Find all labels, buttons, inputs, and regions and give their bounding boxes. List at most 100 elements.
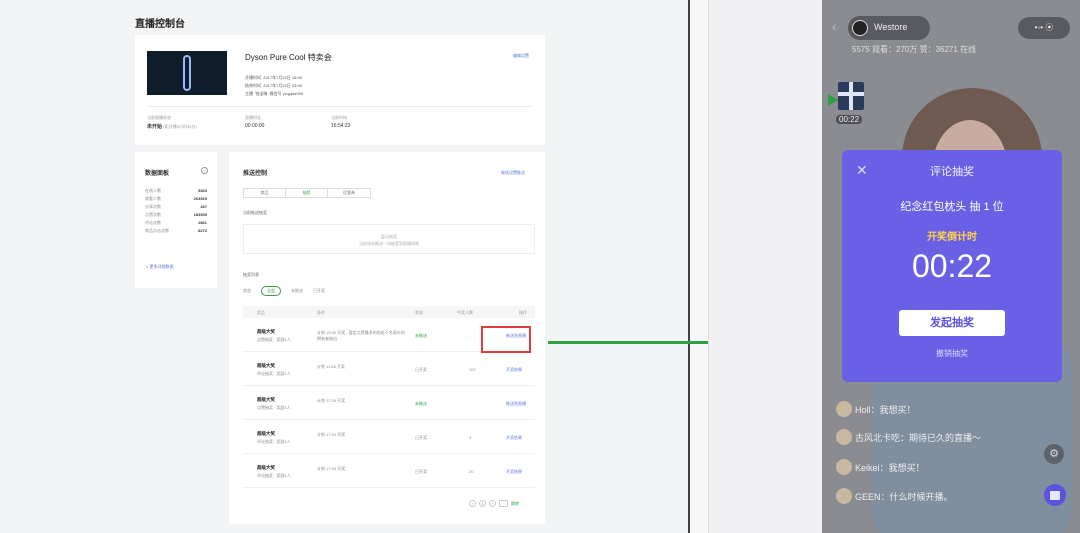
comment: GEEN：什么时候开播。 (836, 487, 953, 505)
stat-label: 当前时间 (331, 115, 347, 120)
push-type-tabs: 商品 抽奖 优惠券 (243, 188, 371, 198)
data-row: 评论次数 2861 (145, 220, 207, 225)
draw-plan: 计划 17:05 开奖 (317, 466, 346, 471)
empty-desc: 当前尚未推送一场抽奖到直播间哦 (359, 241, 419, 246)
row-status: 已开奖 (415, 469, 427, 474)
filter-all[interactable]: 全部 (261, 286, 281, 296)
winner-count: - (469, 333, 471, 338)
gift-icon[interactable] (838, 82, 864, 110)
comment: Holl：我想买！ (836, 400, 916, 418)
empty-title: 暂无抽奖 (381, 234, 397, 239)
tab-lottery[interactable]: 抽奖 (286, 189, 328, 197)
row-action-button[interactable]: 开奖结果 (506, 367, 522, 373)
data-row: 点赞次数 183939 (145, 212, 207, 217)
filter-drawn[interactable]: 已开奖 (313, 288, 325, 294)
row-action-button[interactable]: 推送到直播 (506, 401, 526, 407)
prize-condition: 评论抽奖 · 奖励1人 (257, 439, 291, 444)
modal-title: 评论抽奖 (930, 166, 974, 178)
tab-coupon[interactable]: 优惠券 (328, 189, 370, 197)
winner-count: 20 (469, 469, 474, 474)
account-badge[interactable]: Westore (848, 16, 930, 40)
tab-goods[interactable]: 商品 (244, 189, 286, 197)
col-winners: 中奖人数 (457, 310, 473, 315)
data-panel: 数据面板 ? 在线人数 5363 观看人数 263529 分享次数 437 点赞次数 1… (135, 152, 217, 288)
avatar (836, 459, 852, 475)
countdown-label: 开奖倒计时 (927, 232, 977, 243)
data-row: 商品点击次数 8272 (145, 228, 207, 233)
draw-plan: 计划 15:30 开奖 - 暂定点赞最多的前若干名观众的拥有者抽出 (317, 330, 405, 341)
phone-backdrop (708, 0, 822, 533)
stat-label: 直播时长 (245, 115, 261, 120)
phone-live-view: ‹ Westore 5575 观看：270万 赞：36271 在线 •◦• ⦿ … (822, 0, 1080, 533)
prize-condition: 点赞抽奖 · 奖励1人 (257, 405, 291, 410)
page-number[interactable]: 1 (479, 500, 486, 507)
prize-name: 超级大奖 (257, 397, 275, 402)
pagination: ‹ 1 › 跳转 (469, 500, 519, 507)
event-title: Dyson Pure Cool 特卖会 (245, 53, 332, 62)
row-action-button[interactable]: 开奖结果 (506, 435, 522, 441)
shopping-bag-icon[interactable] (1044, 484, 1066, 506)
lottery-modal: 评论抽奖 ✕ 纪念红包枕头 抽 1 位 开奖倒计时 00:22 发起抽奖 撤销抽… (842, 150, 1062, 382)
edit-settings-link[interactable]: 编辑设置 (513, 53, 529, 59)
live-duration: 00:00:00 (245, 123, 265, 129)
divider (147, 106, 533, 107)
row-action-button[interactable]: 开奖结果 (506, 469, 522, 475)
account-logo-icon (852, 20, 868, 36)
lottery-list-label: 抽奖列表 (243, 272, 259, 277)
avatar (836, 401, 852, 417)
comment: Keikei：我想买！ (836, 458, 925, 476)
stat-label: 当前直播状态 (147, 115, 171, 120)
filter-not-pushed[interactable]: 未推送 (291, 288, 303, 294)
meta-end: 结束时间 2017年7月22日 23:00 (245, 83, 302, 88)
row-status: 已开奖 (415, 435, 427, 440)
prize-condition: 评论抽奖 · 奖励1人 (257, 473, 291, 478)
data-panel-title: 数据面板 (145, 171, 170, 177)
data-row: 在线人数 5363 (145, 188, 207, 193)
col-prize: 奖品 (257, 310, 265, 315)
fan-image-icon (183, 55, 191, 91)
meta-start: 开播时间 2017年7月22日 16:00 (245, 75, 302, 80)
close-icon[interactable]: ✕ (856, 162, 868, 179)
page-input[interactable] (499, 500, 508, 507)
prev-page-button[interactable]: ‹ (469, 500, 476, 507)
cancel-lottery-link[interactable]: 撤销抽奖 (842, 348, 1062, 359)
next-page-button[interactable]: › (489, 500, 496, 507)
table-row: 超级大奖 点赞抽奖 · 奖励1人 计划 17:25 开奖 未推送 - 推送到直播 (243, 388, 535, 420)
draw-plan: 计划 17:20 开奖 (317, 432, 346, 437)
avatar (836, 488, 852, 504)
col-condition: 条件 (317, 310, 325, 315)
prize-condition: 评论抽奖 · 奖励1人 (257, 371, 291, 376)
viewer-stats: 5575 观看：270万 赞：36271 在线 (852, 45, 977, 54)
row-status: 未推送 (415, 401, 427, 406)
prize-name: 超级大奖 (257, 329, 275, 334)
avatar (836, 429, 852, 445)
row-status: 已开奖 (415, 367, 427, 372)
start-lottery-button[interactable]: 发起抽奖 (899, 310, 1005, 336)
table-row: 超级大奖 评论抽奖 · 奖励1人 计划 11:55 开奖 已开奖 107 开奖结果 (243, 354, 535, 386)
table-row: 超级大奖评论抽奖 · 奖励1人 计划 17:05 开奖已开奖 20 开奖结果 (243, 456, 535, 488)
goto-page-button[interactable]: 跳转 (511, 501, 519, 507)
status-filter: 状态 全部 未推送 已开奖 (243, 286, 325, 296)
push-control-title: 推送控制 (243, 171, 268, 177)
help-icon[interactable]: ? (201, 167, 208, 174)
table-header: 奖品 条件 状态 中奖人数 操作 (243, 306, 535, 318)
empty-state: 暂无抽奖 当前尚未推送一场抽奖到直播间哦 (243, 224, 535, 254)
live-status: 未开始 (距开播3小时33分) (147, 124, 197, 130)
settings-icon[interactable]: ⚙ (1044, 444, 1064, 464)
push-control-panel: 推送控制 继续设置推送 商品 抽奖 优惠券 当前推送抽奖 暂无抽奖 当前尚未推送… (229, 152, 545, 524)
push-settings-link[interactable]: 继续设置推送 (501, 170, 525, 176)
back-icon[interactable]: ‹ (832, 18, 837, 34)
data-row: 观看人数 263529 (145, 196, 207, 201)
prize-name: 超级大奖 (257, 465, 275, 470)
status-label: 状态 (243, 288, 251, 293)
event-thumbnail (147, 51, 227, 95)
more-data-link[interactable]: ↘ 更多详细数据 (145, 264, 173, 270)
comment: 古风北卡吃：期待已久的直播～ (836, 428, 981, 446)
menu-close-capsule[interactable]: •◦• ⦿ (1018, 17, 1070, 39)
gift-timer: 00:22 (836, 115, 863, 124)
live-console: 直播控制台 Dyson Pure Cool 特卖会 编辑设置 开播时间 2017… (0, 0, 690, 533)
data-row: 分享次数 437 (145, 204, 207, 209)
countdown-timer: 00:22 (911, 248, 993, 284)
page-title: 直播控制台 (135, 19, 185, 30)
prize-name: 超级大奖 (257, 363, 275, 368)
